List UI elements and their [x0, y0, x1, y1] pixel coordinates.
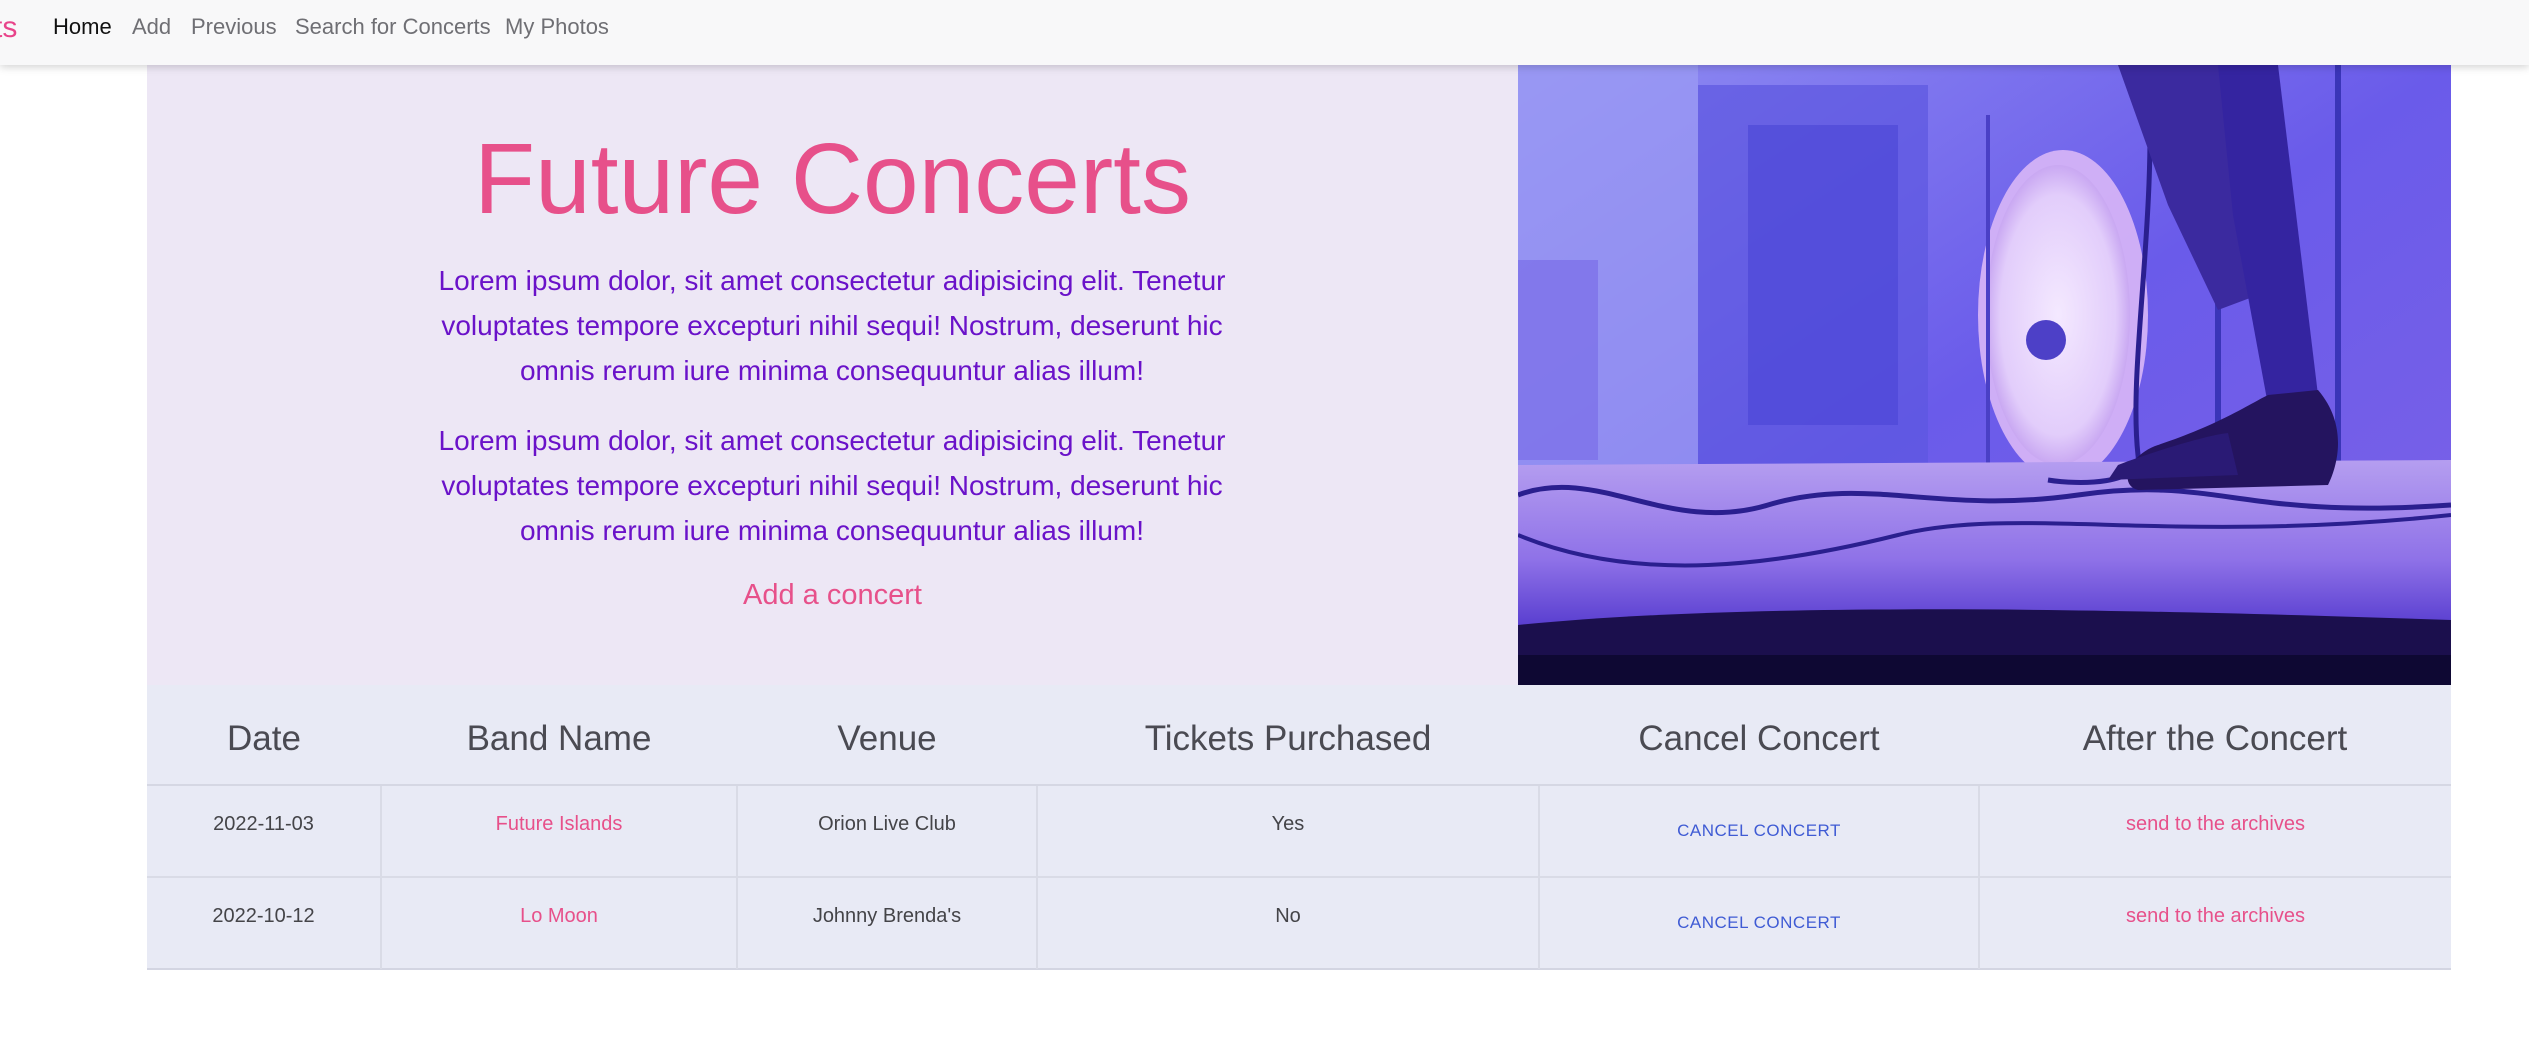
nav-link-my-photos[interactable]: My Photos [505, 14, 609, 40]
send-to-archives-link[interactable]: send to the archives [2126, 813, 2305, 835]
nav-link-previous[interactable]: Previous [191, 14, 277, 40]
cancel-concert-button[interactable]: CANCEL CONCERT [1677, 821, 1841, 841]
brand-link[interactable]: ts [0, 13, 17, 43]
concerts-table: Date Band Name Venue Tickets Purchased C… [147, 685, 2451, 970]
nav-link-home[interactable]: Home [53, 14, 112, 40]
hero-paragraph-1: Lorem ipsum dolor, sit amet consectetur … [438, 265, 1226, 386]
band-link[interactable]: Lo Moon [520, 905, 598, 927]
cell-after: send to the archives [1979, 877, 2451, 969]
top-navbar: ts Home Add Previous Search for Concerts… [0, 0, 2529, 65]
cell-cancel: CANCEL CONCERT [1539, 877, 1980, 969]
cell-tickets: No [1037, 877, 1540, 969]
cell-tickets: Yes [1037, 785, 1540, 878]
header-band-name: Band Name [381, 685, 737, 786]
header-date: Date [147, 685, 381, 786]
band-link[interactable]: Future Islands [496, 813, 623, 835]
cell-after: send to the archives [1979, 785, 2451, 878]
table-row: 2022-10-12 Lo Moon Johnny Brenda's No CA… [147, 877, 2451, 969]
page-title: Future Concerts [474, 123, 1191, 235]
cell-date: 2022-11-03 [147, 785, 382, 878]
cell-cancel: CANCEL CONCERT [1539, 785, 1980, 878]
cell-venue: Johnny Brenda's [737, 877, 1038, 969]
cell-venue: Orion Live Club [737, 785, 1038, 878]
nav-link-search[interactable]: Search for Concerts [295, 14, 491, 40]
cell-band: Lo Moon [381, 877, 738, 969]
header-cancel-concert: Cancel Concert [1539, 685, 1979, 786]
header-tickets-purchased: Tickets Purchased [1037, 685, 1539, 786]
cell-band: Future Islands [381, 785, 738, 878]
hero-section: Future Concerts Lorem ipsum dolor, sit a… [147, 65, 1518, 685]
cell-date: 2022-10-12 [147, 877, 382, 969]
concert-stage-photo [1518, 65, 2451, 685]
nav-link-add[interactable]: Add [132, 14, 171, 40]
send-to-archives-link[interactable]: send to the archives [2126, 905, 2305, 927]
header-after-the-concert: After the Concert [1979, 685, 2451, 786]
hero-paragraph-2: Lorem ipsum dolor, sit amet consectetur … [438, 425, 1226, 546]
cancel-concert-button[interactable]: CANCEL CONCERT [1677, 913, 1841, 933]
add-concert-link[interactable]: Add a concert [147, 577, 1518, 613]
header-venue: Venue [737, 685, 1037, 786]
table-row: 2022-11-03 Future Islands Orion Live Clu… [147, 785, 2451, 878]
table-header-row: Date Band Name Venue Tickets Purchased C… [147, 685, 2451, 786]
